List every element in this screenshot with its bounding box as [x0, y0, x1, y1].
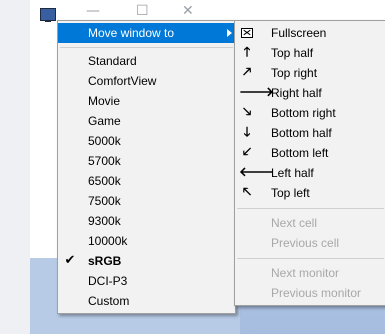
submenu-item-bottom-left[interactable]: 🡗 Bottom left [235, 143, 385, 163]
submenu-item-label: Bottom left [271, 146, 329, 160]
minimize-button[interactable]: — [86, 4, 100, 18]
arrow-right-icon: 🡒 [239, 85, 274, 100]
submenu-item-label: Bottom right [271, 106, 336, 120]
submenu-item-label: Next monitor [271, 266, 340, 280]
menu-item-label: Game [88, 114, 121, 128]
submenu-item-previous-monitor[interactable]: Previous monitor [235, 283, 385, 303]
menu-item-label: Move window to [88, 26, 175, 40]
submenu-item-previous-cell[interactable]: Previous cell [235, 233, 385, 253]
menu-item-9300k[interactable]: 9300k [58, 211, 235, 231]
app-window-icon[interactable] [40, 8, 56, 22]
menu-item-label: Standard [88, 54, 137, 68]
menu-item-6500k[interactable]: 6500k [58, 171, 235, 191]
menu-item-comfortview[interactable]: ComfortView [58, 71, 235, 91]
menu-item-5700k[interactable]: 5700k [58, 151, 235, 171]
arrow-down-icon: 🡓 [243, 125, 251, 140]
menu-item-label: DCI-P3 [88, 274, 128, 288]
menu-separator [237, 258, 384, 259]
submenu-item-top-left[interactable]: 🡔 Top left [235, 183, 385, 203]
menu-item-label: 6500k [88, 174, 121, 188]
arrow-up-left-icon: 🡔 [242, 185, 252, 200]
submenu-item-label: Top half [271, 46, 314, 60]
context-menu: Move window to Standard ComfortView Movi… [57, 20, 236, 314]
submenu-arrow-icon [227, 29, 232, 37]
menu-separator [237, 208, 384, 209]
submenu-item-label: Next cell [271, 216, 318, 230]
maximize-button[interactable]: ☐ [136, 4, 149, 18]
checkmark-icon: ✔ [64, 253, 76, 268]
submenu-item-label: Top left [271, 186, 310, 200]
submenu-item-fullscreen[interactable]: Fullscreen [235, 23, 385, 43]
menu-item-game[interactable]: Game [58, 111, 235, 131]
fullscreen-icon [241, 28, 253, 38]
menu-separator [60, 47, 233, 48]
menu-item-label: 7500k [88, 194, 121, 208]
menu-item-10000k[interactable]: 10000k [58, 231, 235, 251]
menu-item-label: Custom [88, 294, 130, 308]
close-button[interactable]: ✕ [182, 4, 194, 18]
submenu-item-label: Left half [271, 166, 314, 180]
menu-item-label: sRGB [88, 254, 122, 268]
submenu-item-left-half[interactable]: 🡐 Left half [235, 163, 385, 183]
move-window-submenu: Fullscreen 🡑 Top half 🡕 Top right 🡒 Righ… [234, 20, 385, 306]
submenu-item-top-right[interactable]: 🡕 Top right [235, 63, 385, 83]
menu-item-standard[interactable]: Standard [58, 51, 235, 71]
menu-item-dci-p3[interactable]: DCI-P3 [58, 271, 235, 291]
submenu-item-bottom-half[interactable]: 🡓 Bottom half [235, 123, 385, 143]
arrow-down-right-icon: 🡖 [242, 105, 252, 120]
menu-item-custom[interactable]: Custom [58, 291, 235, 311]
submenu-item-label: Right half [271, 86, 322, 100]
submenu-item-label: Fullscreen [271, 26, 327, 40]
menu-item-label: 5000k [88, 134, 121, 148]
menu-item-label: Movie [88, 94, 121, 108]
menu-item-srgb[interactable]: ✔ sRGB [58, 251, 235, 271]
arrow-up-right-icon: 🡕 [242, 65, 252, 80]
submenu-item-label: Previous monitor [271, 286, 362, 300]
submenu-item-label: Top right [271, 66, 318, 80]
menu-item-label: ComfortView [88, 74, 157, 88]
submenu-item-next-cell[interactable]: Next cell [235, 213, 385, 233]
submenu-item-label: Previous cell [271, 236, 340, 250]
submenu-item-bottom-right[interactable]: 🡖 Bottom right [235, 103, 385, 123]
arrow-left-icon: 🡐 [239, 165, 274, 180]
menu-item-label: 10000k [88, 234, 128, 248]
submenu-item-right-half[interactable]: 🡒 Right half [235, 83, 385, 103]
menu-item-movie[interactable]: Movie [58, 91, 235, 111]
menu-item-move-window-to[interactable]: Move window to [58, 23, 235, 43]
arrow-up-icon: 🡑 [243, 45, 251, 60]
submenu-item-next-monitor[interactable]: Next monitor [235, 263, 385, 283]
menu-item-label: 5700k [88, 154, 121, 168]
submenu-item-label: Bottom half [271, 126, 332, 140]
arrow-down-left-icon: 🡗 [242, 145, 252, 160]
menu-item-7500k[interactable]: 7500k [58, 191, 235, 211]
menu-item-5000k[interactable]: 5000k [58, 131, 235, 151]
submenu-item-top-half[interactable]: 🡑 Top half [235, 43, 385, 63]
menu-item-label: 9300k [88, 214, 121, 228]
